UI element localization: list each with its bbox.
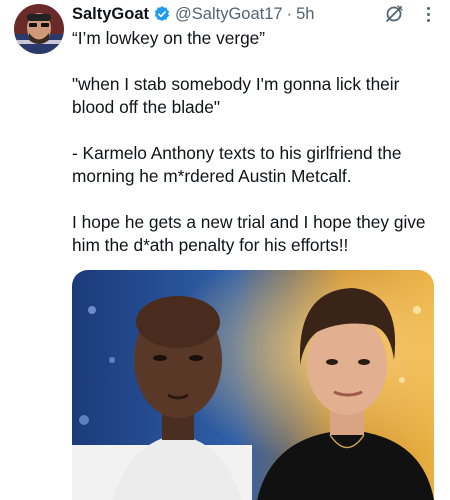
tweet-attribution: - Karmelo Anthony texts to his girlfrien… [72,143,402,186]
separator-dot: · [286,4,293,23]
tweet-opinion: I hope he gets a new trial and I hope th… [72,212,426,255]
tweet-media-image[interactable] [72,270,434,500]
more-icon[interactable] [422,4,434,24]
tweet-timestamp[interactable]: 5h [296,5,314,24]
avatar-image [14,4,64,54]
tweet-line-1: “I’m lowkey on the verge” [72,28,266,48]
avatar[interactable] [14,4,64,54]
tweet-quote: "when I stab somebody I'm gonna lick the… [72,74,400,117]
grok-icon[interactable] [384,4,404,24]
verified-badge-icon [153,5,171,23]
author-name[interactable]: SaltyGoat [72,5,149,24]
media-composite-image [72,270,434,500]
tweet-text: “I’m lowkey on the verge” "when I stab s… [72,27,440,257]
author-handle[interactable]: @SaltyGoat17 [175,5,283,24]
